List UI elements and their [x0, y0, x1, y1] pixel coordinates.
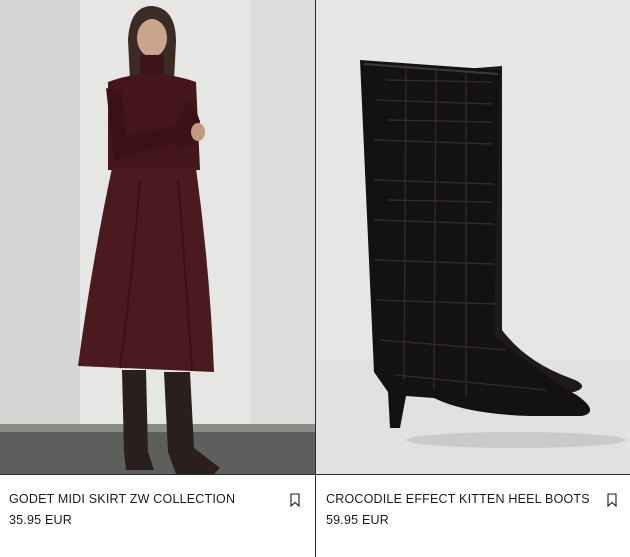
bookmark-icon[interactable] — [607, 493, 617, 507]
product-name[interactable]: CROCODILE EFFECT KITTEN HEEL BOOTS — [326, 492, 590, 506]
product-name[interactable]: GODET MIDI SKIRT ZW COLLECTION — [9, 492, 235, 506]
product-info: CROCODILE EFFECT KITTEN HEEL BOOTS 59.95… — [316, 475, 630, 557]
model-photo — [0, 0, 315, 474]
product-price: 59.95 EUR — [326, 513, 389, 527]
image-caption-divider — [0, 474, 630, 475]
product-image[interactable] — [316, 0, 630, 474]
product-info: GODET MIDI SKIRT ZW COLLECTION 35.95 EUR — [0, 475, 315, 557]
product-image[interactable] — [0, 0, 315, 474]
product-grid: GODET MIDI SKIRT ZW COLLECTION 35.95 EUR — [0, 0, 630, 557]
product-price: 35.95 EUR — [9, 513, 72, 527]
bookmark-icon[interactable] — [290, 493, 300, 507]
boots-photo — [316, 0, 630, 474]
